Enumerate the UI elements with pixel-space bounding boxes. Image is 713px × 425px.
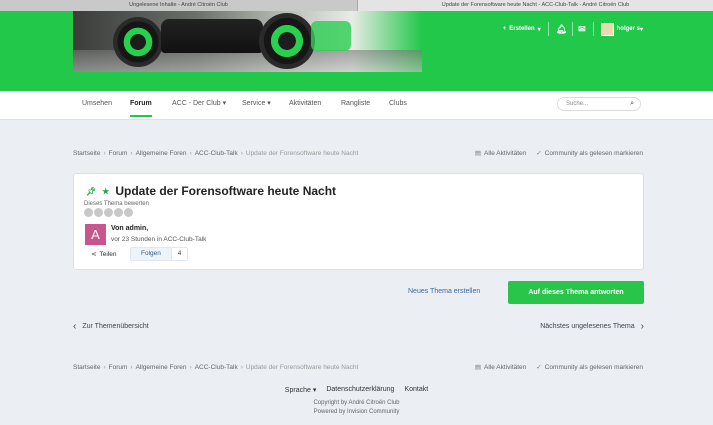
plus-icon: + [502, 26, 507, 32]
author-avatar[interactable]: A [85, 224, 106, 245]
car-wheel-rear [259, 13, 315, 69]
post-meta: vor 23 Stunden in ACC-Club-Talk [111, 236, 207, 243]
rate-topic-label: Dieses Thema bewerten [84, 201, 149, 207]
caret-down-icon: ▾ [312, 387, 317, 394]
rating-star-4[interactable] [114, 208, 123, 217]
car-wheel-front [113, 17, 163, 67]
breadcrumb-acc-club-talk[interactable]: ACC-Club-Talk [195, 364, 238, 371]
browser-tab-topic[interactable]: Update der Forensoftware heute Nacht - A… [358, 0, 713, 11]
breadcrumb-forum[interactable]: Forum [109, 364, 128, 371]
nav-item-umsehen[interactable]: Umsehen [82, 91, 112, 117]
nav-item-service[interactable]: Service ▾ [242, 91, 271, 117]
nav-item-rangliste[interactable]: Rangliste [341, 91, 370, 117]
chevron-left-icon: ‹ [73, 321, 77, 332]
featured-star-icon: ★ [102, 186, 110, 196]
nav-item-acc-der-club[interactable]: ACC - Der Club ▾ [172, 91, 226, 117]
car-body [161, 19, 263, 53]
browser-tab-unread[interactable]: Ungelesene Inhalte - André Citroën Club [0, 0, 358, 11]
mark-read-link[interactable]: ✓ Community als gelesen markieren [536, 363, 643, 371]
rating-star-1[interactable] [84, 208, 93, 217]
user-menu[interactable]: holger s ▾ [600, 22, 643, 36]
car-panel [311, 21, 351, 51]
breadcrumb-forum[interactable]: Forum [109, 150, 128, 157]
search-input[interactable]: Suche... ⌕ [557, 97, 641, 111]
caret-down-icon: ▾ [537, 26, 541, 33]
main-nav: Umsehen Forum ACC - Der Club ▾ Service ▾… [0, 91, 713, 120]
caret-down-icon: ▾ [267, 100, 271, 107]
rating-star-3[interactable] [104, 208, 113, 217]
follow-button[interactable]: Folgen 4 [130, 247, 189, 261]
caret-down-icon: ▾ [222, 100, 227, 107]
language-menu[interactable]: Sprache ▾ [285, 386, 317, 394]
follower-count: 4 [170, 248, 188, 260]
page-title: Update der Forensoftware heute Nacht [115, 184, 337, 198]
next-unread-link[interactable]: Nächstes ungelesenes Thema › [540, 321, 644, 332]
contact-link[interactable]: Kontakt [404, 386, 428, 394]
header-user-bar: + Erstellen ▾ 🔔︎ ✉ holger s ▾ [503, 22, 643, 36]
rating-star-5[interactable] [124, 208, 133, 217]
new-topic-link[interactable]: Neues Thema erstellen [408, 288, 480, 295]
follow-label: Folgen [131, 248, 171, 260]
caret-down-icon: ▾ [639, 26, 643, 33]
all-activity-link[interactable]: ▤ Alle Aktivitäten [475, 363, 526, 371]
copyright-text: Copyright by André Citroën Club [313, 400, 400, 406]
user-avatar [600, 22, 614, 36]
topic-title-row: 📌︎ ★ Update der Forensoftware heute Nach… [86, 184, 336, 198]
rating-star-2[interactable] [94, 208, 103, 217]
envelope-icon[interactable]: ✉ [578, 22, 586, 36]
browser-tab-strip: Ungelesene Inhalte - André Citroën Club … [0, 0, 713, 11]
breadcrumb: Startseite › Forum › Allgemeine Foren › ACC… [73, 149, 359, 157]
back-to-topics-link[interactable]: ‹ Zur Themenübersicht [73, 321, 149, 332]
breadcrumb-current: Update der Forensoftware heute Nacht [245, 149, 359, 157]
share-button[interactable]: ⋖ Teilen [91, 250, 116, 259]
username: holger s [616, 26, 640, 32]
breadcrumb-current: Update der Forensoftware heute Nacht [245, 363, 359, 371]
reply-button[interactable]: Auf dieses Thema antworten [508, 281, 644, 304]
check-icon: ✓ [536, 150, 542, 157]
breadcrumb-bottom: Startseite › Forum › Allgemeine Foren › ACC… [73, 363, 359, 371]
topic-header-box: 📌︎ ★ Update der Forensoftware heute Nach… [73, 173, 644, 270]
breadcrumb-allgemeine-foren[interactable]: Allgemeine Foren [136, 364, 187, 371]
site-header: + Erstellen ▾ 🔔︎ ✉ holger s ▾ [0, 11, 713, 91]
share-icon: ⋖ [91, 251, 97, 258]
activity-list-icon: ▤ [474, 150, 481, 157]
pin-icon: 📌︎ [86, 186, 97, 196]
activity-list-icon: ▤ [474, 364, 481, 371]
author-name[interactable]: Von admin, [111, 225, 148, 232]
breadcrumb-actions-bottom: ▤ Alle Aktivitäten ✓ Community als gelesen… [475, 362, 643, 372]
breadcrumb-actions: ▤ Alle Aktivitäten ✓ Community als gelesen… [475, 148, 643, 158]
footer-links: Sprache ▾ Datenschutzerklärung Kontakt [0, 386, 713, 394]
breadcrumb-home[interactable]: Startseite [73, 150, 100, 157]
breadcrumb-acc-club-talk[interactable]: ACC-Club-Talk [195, 150, 238, 157]
powered-by-text[interactable]: Powered by Invision Community [0, 409, 713, 415]
header-banner-image[interactable] [73, 11, 422, 72]
nav-item-forum[interactable]: Forum [130, 91, 152, 117]
breadcrumb-home[interactable]: Startseite [73, 364, 100, 371]
nav-item-clubs[interactable]: Clubs [389, 91, 407, 117]
privacy-link[interactable]: Datenschutzerklärung [326, 386, 394, 394]
chevron-right-icon: › [640, 321, 644, 332]
breadcrumb-allgemeine-foren[interactable]: Allgemeine Foren [136, 150, 187, 157]
bell-icon[interactable]: 🔔︎ [556, 22, 567, 36]
all-activity-link[interactable]: ▤ Alle Aktivitäten [475, 149, 526, 157]
check-icon: ✓ [536, 364, 542, 371]
mark-read-link[interactable]: ✓ Community als gelesen markieren [536, 149, 643, 157]
nav-item-aktivitaeten[interactable]: Aktivitäten [289, 91, 321, 117]
search-icon[interactable]: ⌕ [630, 98, 634, 110]
rating-stars [84, 208, 133, 217]
create-button[interactable]: + Erstellen ▾ [503, 26, 541, 33]
create-label: Erstellen [509, 26, 535, 32]
